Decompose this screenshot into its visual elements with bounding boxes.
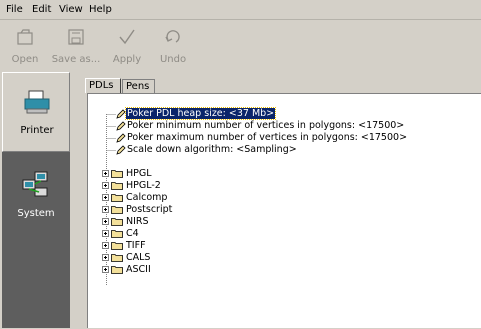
tree-param-label: Poker minimum number of vertices in poly…	[127, 120, 405, 131]
tree-folder-label: Postscript	[126, 204, 173, 215]
save-as-label: Save as...	[51, 54, 101, 65]
tree-folder-label: HPGL	[126, 168, 152, 179]
expand-icon[interactable]	[102, 230, 109, 237]
tree-folder-label: ASCII	[126, 264, 151, 275]
tab-pens[interactable]: Pens	[122, 79, 155, 93]
nav-label-system: System	[17, 208, 55, 219]
expand-icon[interactable]	[102, 218, 109, 225]
tree-folder-label: TIFF	[126, 240, 146, 251]
undo-button[interactable]: Undo	[152, 20, 194, 70]
menu-file[interactable]: File	[6, 4, 23, 15]
pencil-icon	[116, 145, 126, 155]
open-button[interactable]: Open	[4, 20, 46, 70]
pencil-icon	[116, 133, 126, 143]
undo-icon	[165, 30, 180, 43]
tab-pdls-label: PDLs	[89, 80, 114, 91]
nav-label-printer: Printer	[20, 125, 54, 136]
nav-item-printer[interactable]: Printer	[2, 72, 70, 152]
tree-folder-label: HPGL-2	[126, 180, 161, 191]
toolbar: Open Save as... Apply Undo	[0, 20, 481, 70]
expand-icon[interactable]	[102, 194, 109, 201]
tree-folder-label: C4	[126, 228, 139, 239]
tree-folder-label: CALS	[126, 252, 151, 263]
apply-button[interactable]: Apply	[106, 20, 148, 70]
expand-icon[interactable]	[102, 254, 109, 261]
folder-icon	[111, 230, 123, 238]
expand-icon[interactable]	[102, 266, 109, 273]
pencil-icon	[116, 121, 126, 131]
expand-icon[interactable]	[102, 170, 109, 177]
folder-icon	[111, 170, 123, 178]
folder-icon	[111, 218, 123, 226]
apply-label: Apply	[112, 54, 142, 65]
left-navigation: Printer System	[2, 72, 70, 328]
expand-icon[interactable]	[102, 242, 109, 249]
menu-help[interactable]: Help	[89, 4, 112, 15]
printer-icon	[24, 90, 50, 114]
menu-view[interactable]: View	[59, 4, 83, 15]
save-as-button[interactable]: Save as...	[50, 20, 102, 70]
open-label: Open	[11, 54, 39, 65]
tree-folder-label: NIRS	[126, 216, 149, 227]
checkmark-icon	[119, 29, 135, 45]
tab-pens-label: Pens	[126, 81, 150, 92]
tree-param-label: Poker PDL heap size: <37 Mb>	[124, 107, 277, 120]
menu-edit[interactable]: Edit	[32, 4, 51, 15]
open-icon	[17, 29, 33, 45]
menu-bar: File Edit View Help	[0, 0, 481, 20]
tree-folder-label: Calcomp	[126, 192, 168, 203]
expand-icon[interactable]	[102, 182, 109, 189]
folder-icon	[111, 194, 123, 202]
save-icon	[68, 29, 84, 45]
folder-icon	[111, 266, 123, 274]
undo-label: Undo	[159, 54, 187, 65]
expand-icon[interactable]	[102, 206, 109, 213]
nav-item-system[interactable]: System	[2, 156, 70, 236]
folder-icon	[111, 242, 123, 250]
folder-icon	[111, 254, 123, 262]
folder-icon	[111, 182, 123, 190]
pencil-icon	[116, 109, 126, 119]
tree-param-label: Poker maximum number of vertices in poly…	[127, 132, 408, 143]
network-icon	[22, 171, 48, 197]
tree-param-label: Scale down algorithm: <Sampling>	[127, 144, 297, 155]
folder-icon	[111, 206, 123, 214]
tab-pdls[interactable]: PDLs	[85, 78, 121, 93]
